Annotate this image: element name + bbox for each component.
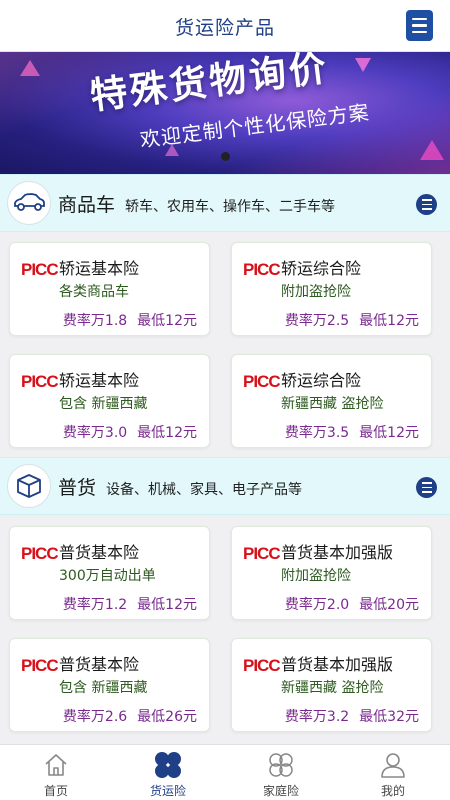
product-subtitle: 附加盗抢险 — [281, 568, 351, 584]
menu-icon-line — [412, 30, 427, 34]
minimum-premium: 最低12元 — [137, 313, 197, 329]
clover-outline-icon — [267, 751, 295, 779]
product-subtitle: 新疆西藏 盗抢险 — [281, 396, 384, 412]
nav-label: 货运险 — [149, 784, 186, 798]
product-card[interactable]: PICC 轿运综合险 附加盗抢险 费率万2.5 最低12元 — [231, 242, 432, 336]
menu-icon-line — [412, 24, 427, 27]
car-icon — [7, 181, 51, 225]
product-card[interactable]: PICC 轿运基本险 各类商品车 费率万1.8 最低12元 — [9, 242, 210, 336]
home-icon — [42, 751, 70, 779]
product-rate: 费率万3.2 最低32元 — [285, 706, 419, 726]
nav-label: 首页 — [43, 784, 68, 798]
rate-value: 费率万2.0 — [284, 597, 350, 613]
list-icon-line — [421, 203, 432, 206]
product-name: 轿运综合险 — [281, 259, 362, 278]
minimum-premium: 最低12元 — [137, 597, 197, 613]
product-card[interactable]: PICC 轿运基本险 包含 新疆西藏 费率万3.0 最低12元 — [9, 354, 210, 448]
product-rate: 费率万2.0 最低20元 — [285, 594, 419, 614]
rate-value: 费率万3.2 — [284, 709, 350, 725]
product-name: 普货基本加强版 — [281, 543, 394, 562]
product-name: 普货基本加强版 — [281, 655, 394, 674]
decor-triangle — [355, 58, 371, 72]
rate-value: 费率万1.8 — [62, 313, 128, 329]
box-icon — [7, 464, 51, 508]
rate-value: 费率万2.6 — [62, 709, 128, 725]
clover-icon — [154, 751, 182, 779]
rate-value: 费率万2.5 — [284, 313, 350, 329]
minimum-premium: 最低12元 — [359, 425, 419, 441]
rate-value: 费率万3.5 — [284, 425, 350, 441]
promo-banner[interactable]: 特殊货物询价 欢迎定制个性化保险方案 — [0, 52, 450, 174]
category-description: 轿车、农用车、操作车、二手车等 — [125, 199, 335, 215]
list-icon-line — [421, 482, 432, 485]
product-name: 轿运基本险 — [59, 259, 140, 278]
minimum-premium: 最低12元 — [137, 425, 197, 441]
product-name: 普货基本险 — [59, 543, 140, 562]
rate-value: 费率万3.0 — [62, 425, 128, 441]
list-icon-line — [421, 207, 432, 210]
picc-logo: PICC — [243, 260, 281, 279]
product-subtitle: 各类商品车 — [59, 284, 129, 300]
category-more-button[interactable] — [416, 194, 437, 215]
nav-label: 家庭险 — [262, 784, 299, 798]
category-description: 设备、机械、家具、电子产品等 — [106, 482, 302, 498]
category-name: 商品车 — [58, 194, 116, 216]
product-card[interactable]: PICC 普货基本加强版 附加盗抢险 费率万2.0 最低20元 — [231, 526, 432, 620]
picc-logo: PICC — [243, 544, 281, 563]
menu-button[interactable] — [406, 10, 433, 41]
minimum-premium: 最低20元 — [359, 597, 419, 613]
product-rate: 费率万2.5 最低12元 — [285, 310, 419, 330]
nav-item-home-insurance[interactable]: 家庭险 — [225, 745, 337, 800]
category-more-button[interactable] — [416, 477, 437, 498]
product-rate: 费率万3.5 最低12元 — [285, 422, 419, 442]
decor-triangle — [20, 60, 40, 76]
product-rate: 费率万3.0 最低12元 — [63, 422, 197, 442]
product-card[interactable]: PICC 普货基本险 300万自动出单 费率万1.2 最低12元 — [9, 526, 210, 620]
picc-logo: PICC — [21, 260, 59, 279]
product-subtitle: 包含 新疆西藏 — [59, 680, 148, 696]
category-header-vehicles[interactable]: 商品车 轿车、农用车、操作车、二手车等 — [0, 174, 450, 232]
carousel-indicator[interactable] — [221, 152, 230, 161]
product-card[interactable]: PICC 普货基本险 包含 新疆西藏 费率万2.6 最低26元 — [9, 638, 210, 732]
product-name: 普货基本险 — [59, 655, 140, 674]
product-rate: 费率万1.8 最低12元 — [63, 310, 197, 330]
list-icon-line — [421, 486, 432, 489]
product-rate: 费率万2.6 最低26元 — [63, 706, 197, 726]
product-name: 轿运基本险 — [59, 371, 140, 390]
top-bar: 货运险产品 — [0, 0, 450, 52]
picc-logo: PICC — [243, 656, 281, 675]
nav-item-home[interactable]: 首页 — [0, 745, 112, 800]
product-subtitle: 附加盗抢险 — [281, 284, 351, 300]
product-subtitle: 包含 新疆西藏 — [59, 396, 148, 412]
product-subtitle: 新疆西藏 盗抢险 — [281, 680, 384, 696]
menu-icon-line — [412, 17, 427, 21]
nav-item-profile[interactable]: 我的 — [337, 745, 449, 800]
category-name: 普货 — [58, 477, 97, 499]
product-name: 轿运综合险 — [281, 371, 362, 390]
picc-logo: PICC — [21, 372, 59, 391]
picc-logo: PICC — [243, 372, 281, 391]
minimum-premium: 最低26元 — [137, 709, 197, 725]
picc-logo: PICC — [21, 544, 59, 563]
nav-label: 我的 — [380, 784, 405, 798]
picc-logo: PICC — [21, 656, 59, 675]
list-icon-line — [421, 490, 432, 493]
category-header-general-cargo[interactable]: 普货 设备、机械、家具、电子产品等 — [0, 457, 450, 515]
minimum-premium: 最低12元 — [359, 313, 419, 329]
minimum-premium: 最低32元 — [359, 709, 419, 725]
nav-item-cargo-insurance[interactable]: 货运险 — [112, 745, 224, 800]
rate-value: 费率万1.2 — [62, 597, 128, 613]
product-card[interactable]: PICC 轿运综合险 新疆西藏 盗抢险 费率万3.5 最低12元 — [231, 354, 432, 448]
decor-triangle — [420, 140, 444, 160]
list-icon-line — [421, 199, 432, 202]
page-title: 货运险产品 — [174, 17, 275, 39]
product-subtitle: 300万自动出单 — [59, 568, 156, 584]
user-icon — [379, 751, 407, 779]
bottom-navigation: 首页 货运险 家庭险 我的 — [0, 744, 450, 800]
product-card[interactable]: PICC 普货基本加强版 新疆西藏 盗抢险 费率万3.2 最低32元 — [231, 638, 432, 732]
product-rate: 费率万1.2 最低12元 — [63, 594, 197, 614]
